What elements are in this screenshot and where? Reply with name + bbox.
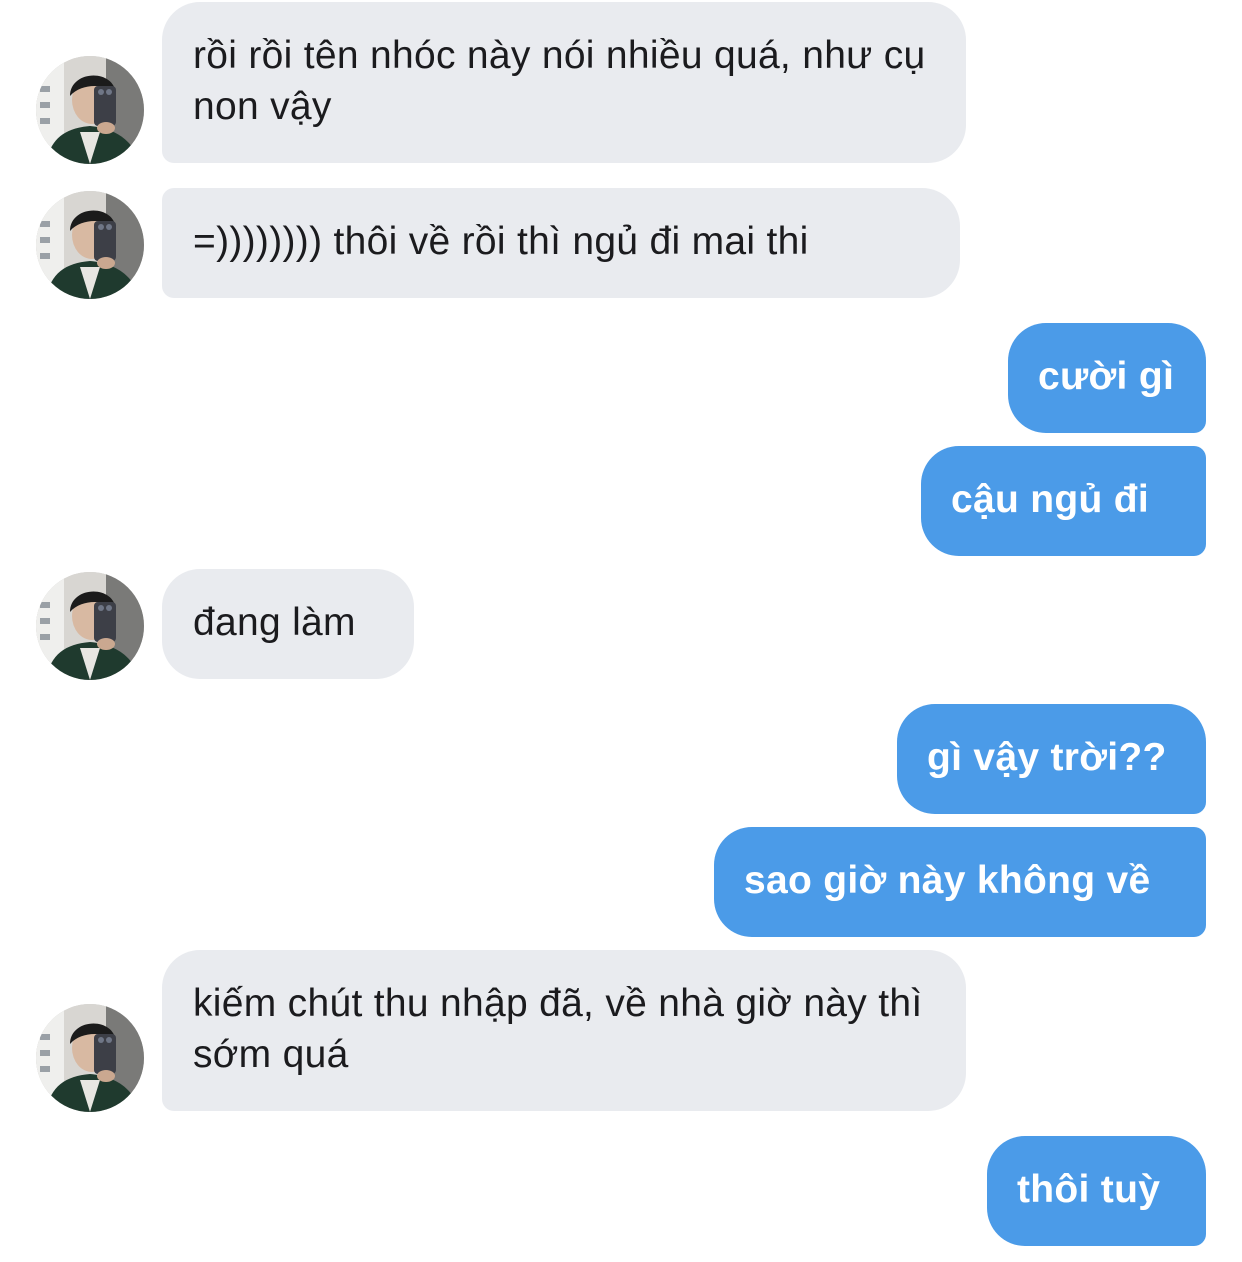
outgoing-message-bubble[interactable]: cười gì <box>1008 323 1206 433</box>
outgoing-message-bubble[interactable]: cậu ngủ đi <box>921 446 1206 556</box>
message-text: thôi tuỳ <box>1017 1168 1161 1211</box>
incoming-message-bubble[interactable]: rồi rồi tên nhóc này nói nhiều quá, như … <box>162 2 966 163</box>
message-text: đang làm <box>193 601 356 644</box>
message-text: =)))))))) thôi về rồi thì ngủ đi mai thi <box>193 220 809 263</box>
contact-avatar-icon <box>36 56 144 164</box>
contact-avatar-icon <box>36 1004 144 1112</box>
incoming-message-bubble[interactable]: =)))))))) thôi về rồi thì ngủ đi mai thi <box>162 188 960 298</box>
contact-avatar[interactable] <box>36 1004 144 1112</box>
incoming-message-bubble[interactable]: kiếm chút thu nhập đã, về nhà giờ này th… <box>162 950 966 1111</box>
message-text: kiếm chút thu nhập đã, về nhà giờ này th… <box>193 982 923 1076</box>
contact-avatar-icon <box>36 191 144 299</box>
outgoing-message-bubble[interactable]: thôi tuỳ <box>987 1136 1206 1246</box>
outgoing-message-bubble[interactable]: gì vậy trời?? <box>897 704 1206 814</box>
outgoing-message-bubble[interactable]: sao giờ này không về <box>714 827 1206 937</box>
message-text: cười gì <box>1038 355 1175 398</box>
message-text: rồi rồi tên nhóc này nói nhiều quá, như … <box>193 34 926 128</box>
contact-avatar[interactable] <box>36 572 144 680</box>
chat-thread: rồi rồi tên nhóc này nói nhiều quá, như … <box>0 0 1242 1262</box>
message-text: sao giờ này không về <box>744 859 1151 902</box>
contact-avatar[interactable] <box>36 56 144 164</box>
contact-avatar[interactable] <box>36 191 144 299</box>
contact-avatar-icon <box>36 572 144 680</box>
incoming-message-bubble[interactable]: đang làm <box>162 569 414 679</box>
message-text: gì vậy trời?? <box>927 736 1167 779</box>
message-text: cậu ngủ đi <box>951 478 1149 521</box>
